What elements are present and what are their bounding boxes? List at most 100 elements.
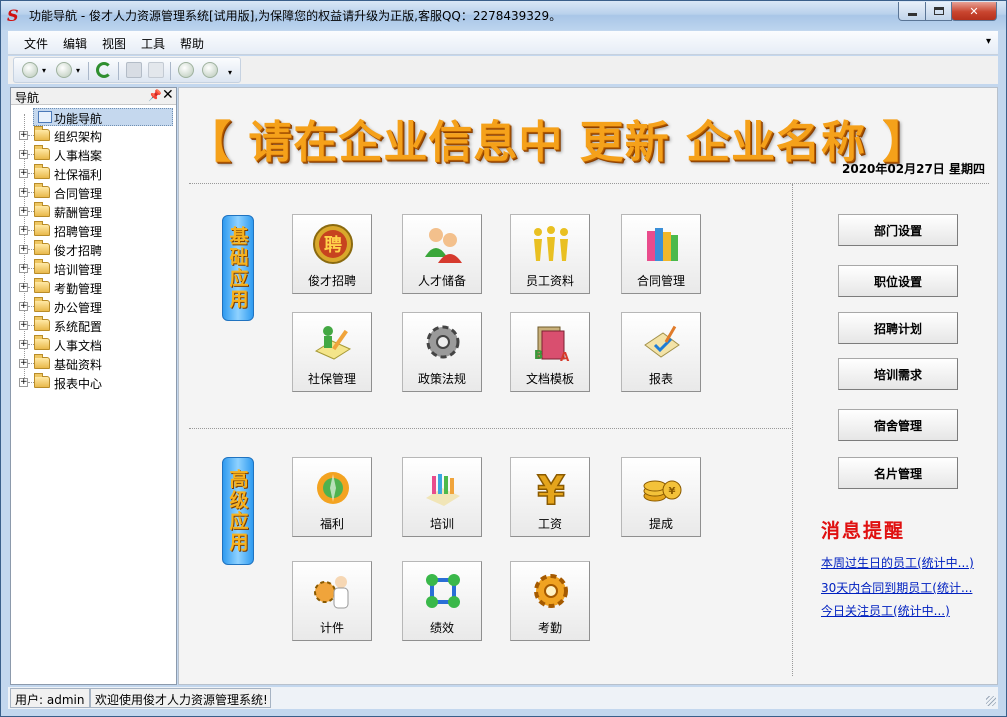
- tree-item[interactable]: + 招聘管理: [11, 221, 176, 240]
- birthday-reminder-link[interactable]: 本周过生日的员工(统计中...): [821, 554, 974, 571]
- tile-label: 计件: [319, 621, 344, 635]
- folder-icon: [34, 202, 50, 217]
- divider: [189, 428, 791, 429]
- close-panel-icon[interactable]: ✕: [162, 87, 174, 103]
- recruit-badge-icon: 聘: [313, 224, 353, 264]
- tree-item[interactable]: + 办公管理: [11, 297, 176, 316]
- tree-item[interactable]: + 俊才招聘: [11, 240, 176, 259]
- contract-expiry-link[interactable]: 30天内合同到期员工(统计...: [821, 579, 972, 596]
- expand-icon[interactable]: +: [19, 378, 28, 387]
- close-icon: ✕: [969, 4, 979, 18]
- template-books-icon: AB: [534, 326, 570, 363]
- tree-item-label: 薪酬管理: [54, 206, 103, 220]
- tile-contract[interactable]: 合同管理: [621, 214, 701, 294]
- pin-icon[interactable]: 📌: [148, 89, 162, 102]
- staff-group-icon: [534, 226, 568, 261]
- back-dropdown-icon[interactable]: ▾: [42, 66, 46, 75]
- tree-root-item[interactable]: 功能导航: [33, 108, 173, 126]
- tree-item[interactable]: + 人事档案: [11, 145, 176, 164]
- tile-policy[interactable]: 政策法规: [402, 312, 482, 392]
- tile-doc-template[interactable]: AB 文档模板: [510, 312, 590, 392]
- app-window: S 功能导航 - 俊才人力资源管理系统[试用版],为保障您的权益请升级为正版,客…: [0, 0, 1007, 717]
- expand-icon[interactable]: +: [19, 321, 28, 330]
- tile-social-security[interactable]: 社保管理: [292, 312, 372, 392]
- maximize-button[interactable]: [925, 2, 952, 21]
- department-settings-button[interactable]: 部门设置: [838, 214, 958, 246]
- tree-item-label: 组织架构: [54, 130, 103, 144]
- menu-view[interactable]: 视图: [102, 35, 126, 52]
- tree-item[interactable]: + 培训管理: [11, 259, 176, 278]
- minimize-button[interactable]: [898, 2, 926, 21]
- expand-icon[interactable]: +: [19, 340, 28, 349]
- refresh-icon[interactable]: [96, 62, 112, 78]
- window-title: 功能导航 - 俊才人力资源管理系统[试用版],为保障您的权益请升级为正版,客服Q…: [29, 9, 562, 23]
- folder-icon: [34, 278, 50, 293]
- expand-icon[interactable]: +: [19, 131, 28, 140]
- expand-icon[interactable]: +: [19, 207, 28, 216]
- close-window-button[interactable]: ✕: [951, 2, 997, 21]
- tree-item[interactable]: + 系统配置: [11, 316, 176, 335]
- down-icon[interactable]: [202, 62, 218, 78]
- advanced-apps-label: 高级应用: [222, 457, 254, 565]
- tile-talent-pool[interactable]: 人才储备: [402, 214, 482, 294]
- training-needs-button[interactable]: 培训需求: [838, 358, 958, 390]
- menu-tools[interactable]: 工具: [141, 35, 165, 52]
- menu-help[interactable]: 帮助: [180, 35, 204, 52]
- tile-recruitment[interactable]: 聘 俊才招聘: [292, 214, 372, 294]
- tile-piecework[interactable]: 计件: [292, 561, 372, 641]
- tree-item-label: 俊才招聘: [54, 244, 103, 258]
- expand-icon[interactable]: +: [19, 283, 28, 292]
- tree-item[interactable]: + 合同管理: [11, 183, 176, 202]
- chevron-down-icon[interactable]: ▾: [986, 36, 991, 47]
- tree-item-label: 人事文档: [54, 339, 103, 353]
- tree-item[interactable]: + 薪酬管理: [11, 202, 176, 221]
- expand-icon[interactable]: +: [19, 226, 28, 235]
- menu-edit[interactable]: 编辑: [63, 35, 87, 52]
- navigation-panel-title: 导航: [15, 91, 40, 105]
- expand-icon[interactable]: +: [19, 264, 28, 273]
- forward-dropdown-icon[interactable]: ▾: [76, 66, 80, 75]
- followed-employees-link[interactable]: 今日关注员工(统计中...): [821, 602, 950, 619]
- resize-grip[interactable]: [986, 696, 996, 706]
- tile-performance[interactable]: 绩效: [402, 561, 482, 641]
- tile-label: 合同管理: [636, 274, 685, 288]
- tile-report[interactable]: 报表: [621, 312, 701, 392]
- expand-icon[interactable]: +: [19, 150, 28, 159]
- tile-salary[interactable]: ¥ 工资: [510, 457, 590, 537]
- dormitory-management-button[interactable]: 宿舍管理: [838, 409, 958, 441]
- save-icon[interactable]: [126, 62, 142, 78]
- toolbar: ▾ ▾ ▾: [8, 56, 998, 84]
- title-bar[interactable]: S 功能导航 - 俊才人力资源管理系统[试用版],为保障您的权益请升级为正版,客…: [1, 1, 1006, 30]
- tile-training[interactable]: 培训: [402, 457, 482, 537]
- expand-icon[interactable]: +: [19, 302, 28, 311]
- tree-item[interactable]: + 考勤管理: [11, 278, 176, 297]
- tree-item[interactable]: + 报表中心: [11, 373, 176, 392]
- forward-icon[interactable]: [56, 62, 72, 78]
- up-icon[interactable]: [178, 62, 194, 78]
- undo-icon[interactable]: [148, 62, 164, 78]
- tile-attendance[interactable]: 考勤: [510, 561, 590, 641]
- toolbar-overflow-icon[interactable]: ▾: [228, 68, 232, 77]
- clipboard-check-icon: [644, 325, 680, 358]
- tile-employee-info[interactable]: 员工资料: [510, 214, 590, 294]
- main-panel: 【 请在企业信息中 更新 企业名称 】 2020年02月27日 星期四 基础应用…: [178, 87, 998, 685]
- position-settings-button[interactable]: 职位设置: [838, 265, 958, 297]
- menu-file[interactable]: 文件: [24, 35, 48, 52]
- expand-icon[interactable]: +: [19, 245, 28, 254]
- svg-text:B: B: [534, 348, 543, 362]
- tree-item[interactable]: + 人事文档: [11, 335, 176, 354]
- tile-label: 员工资料: [525, 274, 574, 288]
- expand-icon[interactable]: +: [19, 169, 28, 178]
- recruitment-plan-button[interactable]: 招聘计划: [838, 312, 958, 344]
- tree-item[interactable]: + 组织架构: [11, 126, 176, 145]
- tile-welfare[interactable]: 福利: [292, 457, 372, 537]
- folder-icon: [34, 354, 50, 369]
- business-card-button[interactable]: 名片管理: [838, 457, 958, 489]
- expand-icon[interactable]: +: [19, 188, 28, 197]
- tree-item[interactable]: + 社保福利: [11, 164, 176, 183]
- welfare-icon: [317, 472, 349, 504]
- back-icon[interactable]: [22, 62, 38, 78]
- tree-item[interactable]: + 基础资料: [11, 354, 176, 373]
- expand-icon[interactable]: +: [19, 359, 28, 368]
- tile-commission[interactable]: ¥ 提成: [621, 457, 701, 537]
